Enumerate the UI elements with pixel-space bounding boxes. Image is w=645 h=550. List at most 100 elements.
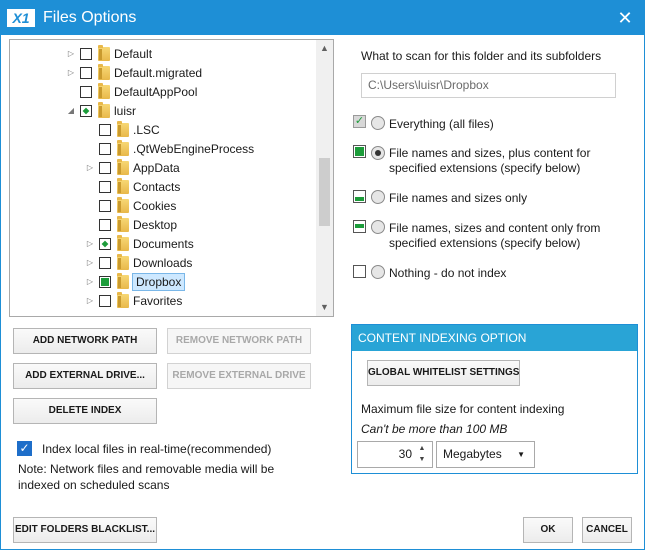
tree-item-label[interactable]: .LSC <box>133 123 160 137</box>
tree-row[interactable]: ◢ luisr <box>10 102 310 121</box>
close-icon[interactable]: ✕ <box>614 7 636 29</box>
folder-checkbox[interactable] <box>99 276 111 288</box>
folder-checkbox[interactable] <box>99 162 111 174</box>
folder-icon <box>117 254 129 270</box>
size-unit-select[interactable]: Megabytes ▼ <box>436 441 535 468</box>
expand-icon[interactable]: ▷ <box>85 295 95 307</box>
tree-row[interactable]: ▷ Dropbox <box>10 273 310 292</box>
tree-row[interactable]: ▷ AppData <box>10 159 310 178</box>
tree-item-label[interactable]: Favorites <box>133 294 182 308</box>
expand-icon[interactable]: ▷ <box>85 162 95 174</box>
folder-icon <box>117 197 129 213</box>
add-network-path-button[interactable]: ADD NETWORK PATH <box>13 328 157 354</box>
tree-item-label[interactable]: Default.migrated <box>114 66 202 80</box>
expand-icon[interactable]: ▷ <box>85 257 95 269</box>
add-external-drive-button[interactable]: ADD EXTERNAL DRIVE... <box>13 363 157 389</box>
option-nothing-radio[interactable] <box>371 265 385 279</box>
remove-external-drive-button[interactable]: REMOVE EXTERNAL DRIVE <box>167 363 311 389</box>
folder-checkbox[interactable] <box>99 238 111 250</box>
folder-tree[interactable]: ▷ Favorites ▷ Dropbox ▷ Downloads ▷ Documents De… <box>9 39 334 317</box>
folder-icon <box>117 235 129 251</box>
expand-icon[interactable]: ▷ <box>66 48 76 60</box>
tree-item-label[interactable]: Downloads <box>133 256 192 270</box>
folder-checkbox[interactable] <box>99 295 111 307</box>
remove-network-path-button[interactable]: REMOVE NETWORK PATH <box>167 328 311 354</box>
tree-item-label[interactable]: Documents <box>133 237 194 251</box>
tree-row[interactable]: Contacts <box>10 178 310 197</box>
folder-checkbox[interactable] <box>80 67 92 79</box>
folder-checkbox[interactable] <box>80 105 92 117</box>
tree-row[interactable]: ▷ Favorites <box>10 292 310 311</box>
tree-item-label[interactable]: Contacts <box>133 180 180 194</box>
folder-icon <box>98 64 110 80</box>
expand-icon[interactable]: ▷ <box>85 276 95 288</box>
folder-icon <box>117 216 129 232</box>
tree-row[interactable]: ▷ Downloads <box>10 254 310 273</box>
tree-item-label[interactable]: AppData <box>133 161 180 175</box>
folder-icon <box>117 159 129 175</box>
index-nothing-icon <box>353 265 366 278</box>
tree-scrollbar[interactable]: ▲ ▼ <box>316 40 333 316</box>
index-specified-content-icon <box>353 220 366 233</box>
tree-item-label[interactable]: DefaultAppPool <box>114 85 197 99</box>
tree-row[interactable]: ▷ Default.migrated <box>10 64 310 83</box>
tree-item-label[interactable]: Default <box>114 47 152 61</box>
folder-checkbox[interactable] <box>99 219 111 231</box>
tree-row[interactable]: .QtWebEngineProcess <box>10 140 310 159</box>
option-names-content-radio[interactable] <box>371 146 385 160</box>
folder-checkbox[interactable] <box>80 86 92 98</box>
folder-checkbox[interactable] <box>99 143 111 155</box>
tree-item-label[interactable]: Cookies <box>133 199 176 213</box>
scroll-up-icon[interactable]: ▲ <box>316 40 333 57</box>
size-unit-value: Megabytes <box>443 447 502 461</box>
tree-item-label[interactable]: luisr <box>114 104 136 118</box>
folder-icon <box>117 292 129 308</box>
option-names-only-radio[interactable] <box>371 190 385 204</box>
tree-item-label[interactable]: .QtWebEngineProcess <box>133 142 254 156</box>
global-whitelist-button[interactable]: GLOBAL WHITELIST SETTINGS <box>367 360 520 386</box>
scroll-down-icon[interactable]: ▼ <box>316 299 333 316</box>
cancel-button[interactable]: CANCEL <box>582 517 632 543</box>
folder-icon <box>98 45 110 61</box>
folder-checkbox[interactable] <box>80 48 92 60</box>
folder-path-field[interactable]: C:\Users\luisr\Dropbox <box>361 73 616 98</box>
tree-row[interactable]: ▷ Documents <box>10 235 310 254</box>
tree-row[interactable]: DefaultAppPool <box>10 83 310 102</box>
ok-button[interactable]: OK <box>523 517 573 543</box>
option-specified-content-label[interactable]: File names, sizes and content only from … <box>389 221 629 251</box>
option-names-only-label[interactable]: File names and sizes only <box>389 191 629 206</box>
spin-down-icon[interactable]: ▼ <box>416 454 428 466</box>
option-everything-label[interactable]: Everything (all files) <box>389 117 629 132</box>
option-specified-content-radio[interactable] <box>371 220 385 234</box>
max-size-hint: Can't be more than 100 MB <box>361 422 508 436</box>
folder-checkbox[interactable] <box>99 200 111 212</box>
folder-checkbox[interactable] <box>99 181 111 193</box>
content-indexing-header: CONTENT INDEXING OPTION <box>352 325 637 351</box>
index-names-content-icon <box>353 145 366 158</box>
edit-folders-blacklist-button[interactable]: EDIT FOLDERS BLACKLIST... <box>13 517 157 543</box>
tree-row[interactable]: Desktop <box>10 216 310 235</box>
tree-row[interactable]: Cookies <box>10 197 310 216</box>
realtime-index-checkbox[interactable]: ✓ <box>17 441 32 456</box>
folder-icon <box>98 83 110 99</box>
option-names-content-label[interactable]: File names and sizes, plus content for s… <box>389 146 629 176</box>
index-everything-icon: ✓ <box>353 115 366 128</box>
option-nothing-label[interactable]: Nothing - do not index <box>389 266 629 281</box>
folder-checkbox[interactable] <box>99 257 111 269</box>
folder-checkbox[interactable] <box>99 124 111 136</box>
title-bar: X1 Files Options ✕ <box>1 1 644 35</box>
collapse-icon[interactable]: ◢ <box>66 105 76 117</box>
scroll-thumb[interactable] <box>319 158 330 226</box>
tree-item-label[interactable]: Desktop <box>133 218 177 232</box>
expand-icon[interactable]: ▷ <box>66 67 76 79</box>
max-size-label: Maximum file size for content indexing <box>361 402 565 416</box>
tree-row[interactable]: ▷ Default <box>10 45 310 64</box>
expand-icon[interactable]: ▷ <box>85 238 95 250</box>
folder-icon <box>117 178 129 194</box>
delete-index-button[interactable]: DELETE INDEX <box>13 398 157 424</box>
scan-heading: What to scan for this folder and its sub… <box>361 49 602 63</box>
folder-icon <box>117 273 129 289</box>
option-everything-radio[interactable] <box>371 116 385 130</box>
tree-item-label[interactable]: Dropbox <box>131 273 186 291</box>
tree-row[interactable]: .LSC <box>10 121 310 140</box>
